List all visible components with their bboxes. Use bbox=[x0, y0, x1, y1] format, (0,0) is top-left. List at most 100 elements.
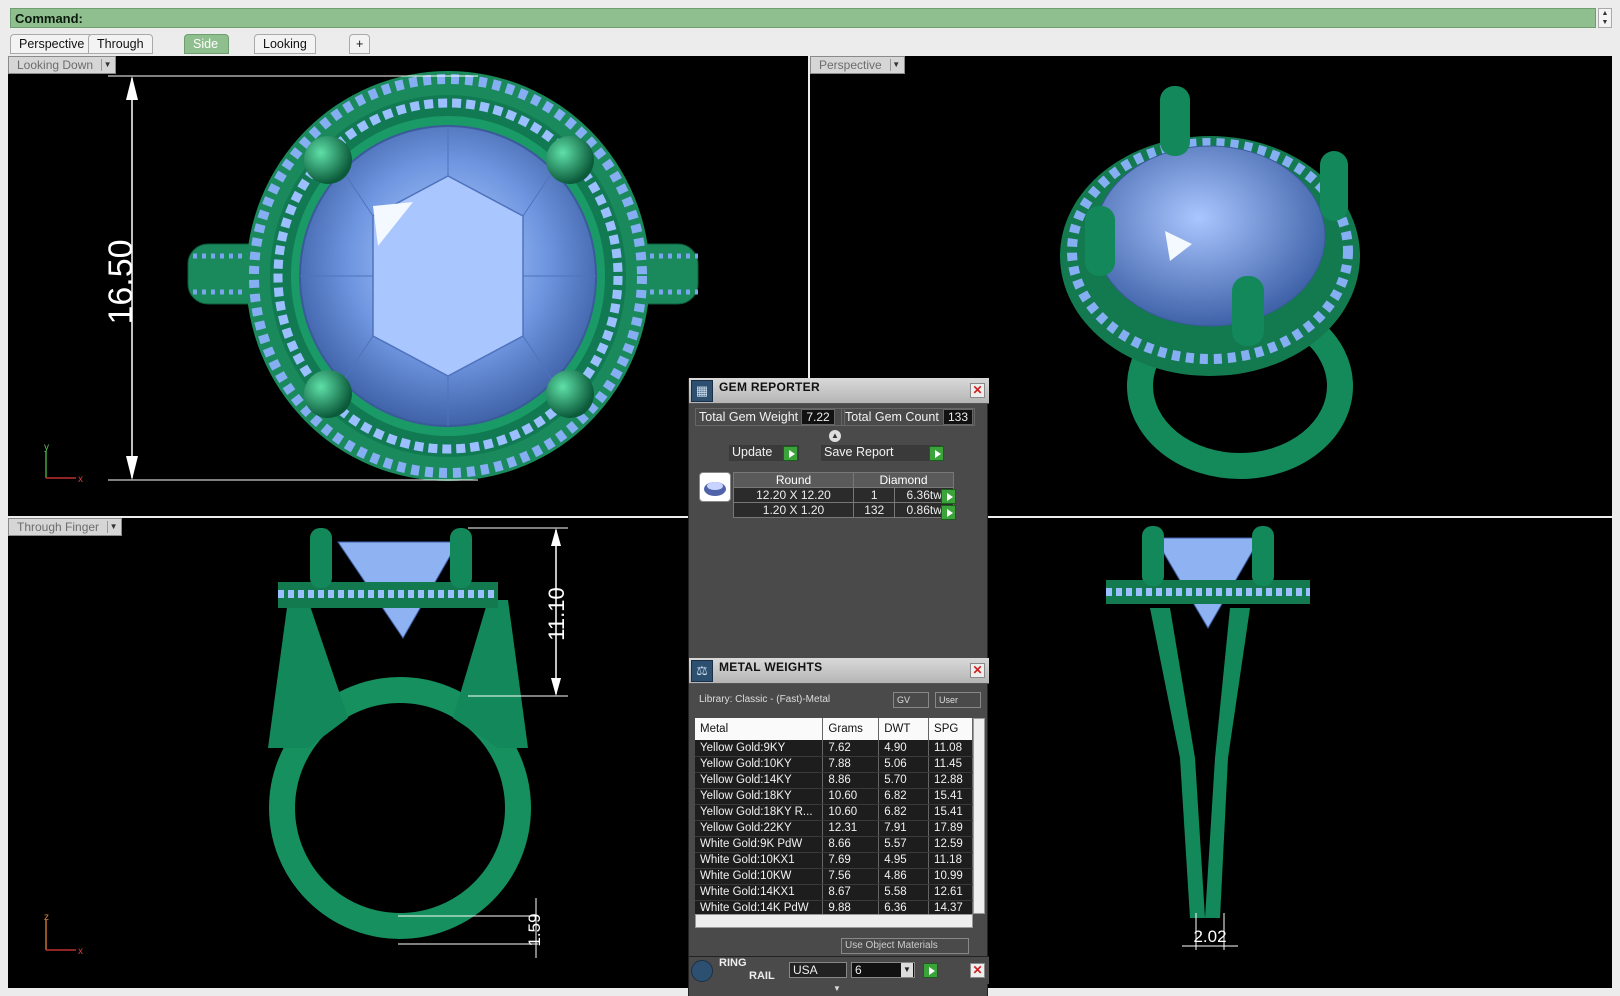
metal-row[interactable]: White Gold:9K PdW 8.66 5.57 12.59 bbox=[695, 836, 973, 853]
metal-library-label: Library: Classic - (Fast)-Metal bbox=[699, 694, 831, 705]
user-toggle[interactable]: User bbox=[935, 692, 981, 708]
metal-spg: 17.89 bbox=[928, 820, 973, 837]
ring-country-select[interactable]: USA bbox=[789, 962, 847, 978]
metal-grams: 8.66 bbox=[822, 836, 880, 853]
metal-name: White Gold:9K PdW bbox=[695, 836, 824, 853]
viewport-label-looking-down[interactable]: Looking Down ▼ bbox=[8, 56, 117, 74]
metal-grams: 7.69 bbox=[822, 852, 880, 869]
gem-reporter-icon: ▦ bbox=[691, 380, 713, 402]
collapse-up-icon[interactable]: ▲ bbox=[829, 430, 841, 442]
tab-through-finger[interactable]: Through Finger bbox=[88, 34, 153, 69]
gem-reporter-title: GEM REPORTER bbox=[719, 380, 820, 394]
gem-row[interactable]: 1.20 X 1.20 132 0.86tw bbox=[733, 502, 954, 518]
ring-icon bbox=[691, 960, 713, 982]
chevron-down-icon[interactable]: ▼ bbox=[901, 963, 913, 977]
gem-col-shape: Round bbox=[733, 472, 854, 488]
viewport-label-through-finger[interactable]: Through Finger ▼ bbox=[8, 518, 123, 536]
metal-dwt: 6.82 bbox=[878, 788, 930, 805]
chevron-down-icon[interactable]: ▼ bbox=[107, 521, 119, 533]
save-report-go-icon[interactable] bbox=[929, 446, 944, 461]
metal-dwt: 5.57 bbox=[878, 836, 930, 853]
gem-shape-thumbnail[interactable] bbox=[699, 472, 731, 502]
side-view-dimension: 2.02 bbox=[1193, 927, 1226, 946]
gem-row-go-icon[interactable] bbox=[941, 489, 956, 504]
metal-row[interactable]: Yellow Gold:9KY 7.62 4.90 11.08 bbox=[695, 740, 973, 757]
save-report-button[interactable]: Save Report bbox=[821, 445, 941, 461]
command-scroll-arrows[interactable]: ▲ ▼ bbox=[1598, 8, 1612, 28]
metal-name: Yellow Gold:22KY bbox=[695, 820, 824, 837]
metal-row[interactable]: White Gold:10KW 7.56 4.86 10.99 bbox=[695, 868, 973, 885]
metal-spg: 11.18 bbox=[928, 852, 973, 869]
tab-perspective[interactable]: Perspective bbox=[10, 34, 94, 54]
metal-spg: 15.41 bbox=[928, 804, 973, 821]
ring-rail-title-2: RAIL bbox=[749, 970, 775, 982]
gv-label: GV bbox=[897, 695, 911, 705]
metal-spg: 12.88 bbox=[928, 772, 973, 789]
tab-side-view[interactable]: Side View bbox=[184, 34, 229, 69]
metal-spg: 12.59 bbox=[928, 836, 973, 853]
metal-grams: 12.31 bbox=[822, 820, 880, 837]
viewport-label-perspective[interactable]: Perspective ▼ bbox=[810, 56, 905, 74]
ring-size-go-icon[interactable] bbox=[923, 963, 938, 978]
metal-row[interactable]: White Gold:14KX1 8.67 5.58 12.61 bbox=[695, 884, 973, 901]
metal-row[interactable]: Yellow Gold:18KY 10.60 6.82 15.41 bbox=[695, 788, 973, 805]
axis-x-label: x bbox=[78, 474, 83, 485]
command-bar[interactable]: Command: bbox=[10, 8, 1596, 28]
tab-looking-down[interactable]: Looking Down bbox=[254, 34, 316, 69]
through-finger-dimension-bottom: 1.59 bbox=[525, 913, 544, 946]
gem-row[interactable]: 12.20 X 12.20 1 6.36tw bbox=[733, 487, 954, 503]
metal-col-grams: Grams bbox=[822, 718, 880, 740]
command-label: Command: bbox=[15, 11, 83, 26]
metal-name: Yellow Gold:9KY bbox=[695, 740, 824, 757]
metal-name: Yellow Gold:14KY bbox=[695, 772, 824, 789]
close-icon[interactable]: ✕ bbox=[970, 963, 985, 978]
close-icon[interactable]: ✕ bbox=[970, 663, 985, 678]
metal-spg: 11.08 bbox=[928, 740, 973, 757]
total-gem-weight-value: 7.22 bbox=[801, 409, 835, 425]
gv-toggle[interactable]: GV bbox=[893, 692, 929, 708]
metal-grams: 8.67 bbox=[822, 884, 880, 901]
metal-grams: 7.56 bbox=[822, 868, 880, 885]
axis-y-label: y bbox=[44, 442, 49, 453]
gem-size: 1.20 X 1.20 bbox=[733, 502, 854, 518]
close-icon[interactable]: ✕ bbox=[970, 383, 985, 398]
add-tab-button[interactable]: + bbox=[349, 34, 371, 54]
metal-spg: 15.41 bbox=[928, 788, 973, 805]
gem-size: 12.20 X 12.20 bbox=[733, 487, 854, 503]
metal-row[interactable]: Yellow Gold:10KY 7.88 5.06 11.45 bbox=[695, 756, 973, 773]
use-object-materials-toggle[interactable]: Use Object Materials bbox=[841, 938, 969, 954]
metal-row[interactable]: Yellow Gold:22KY 12.31 7.91 17.89 bbox=[695, 820, 973, 837]
metal-table-horizontal-scrollbar[interactable] bbox=[695, 914, 973, 928]
metal-weights-title: METAL WEIGHTS bbox=[719, 660, 823, 674]
collapse-down-icon[interactable]: ▼ bbox=[831, 984, 843, 994]
metal-col-metal: Metal bbox=[695, 718, 824, 740]
update-go-icon[interactable] bbox=[783, 446, 798, 461]
metal-dwt: 5.06 bbox=[878, 756, 930, 773]
axis-x-label: x bbox=[78, 946, 83, 957]
viewport-label-text: Looking Down bbox=[17, 58, 94, 72]
metal-weights-header[interactable]: ⚖ METAL WEIGHTS ✕ bbox=[689, 658, 989, 684]
metal-dwt: 7.91 bbox=[878, 820, 930, 837]
metal-dwt: 5.58 bbox=[878, 884, 930, 901]
metal-row[interactable]: Yellow Gold:14KY 8.86 5.70 12.88 bbox=[695, 772, 973, 789]
metal-dwt: 5.70 bbox=[878, 772, 930, 789]
metal-row[interactable]: Yellow Gold:18KY R... 10.60 6.82 15.41 bbox=[695, 804, 973, 821]
metal-name: Yellow Gold:10KY bbox=[695, 756, 824, 773]
use-object-materials-label: Use Object Materials bbox=[845, 940, 938, 951]
gem-reporter-panel: ▦ GEM REPORTER ✕ Total Gem Weight 7.22 T… bbox=[688, 378, 989, 996]
metal-col-spg: SPG bbox=[928, 718, 973, 740]
metal-dwt: 6.82 bbox=[878, 804, 930, 821]
user-label: User bbox=[939, 695, 959, 705]
scale-icon: ⚖ bbox=[691, 660, 713, 682]
metal-spg: 11.45 bbox=[928, 756, 973, 773]
ring-rail-bar: RING RAIL USA 6 ▼ ✕ bbox=[689, 956, 989, 984]
chevron-down-icon[interactable]: ▼ bbox=[889, 59, 902, 71]
metal-table-vertical-scrollbar[interactable] bbox=[973, 718, 985, 914]
chevron-down-icon[interactable]: ▼ bbox=[101, 59, 113, 71]
metal-row[interactable]: White Gold:10KX1 7.69 4.95 11.18 bbox=[695, 852, 973, 869]
through-finger-dimension-top: 11.10 bbox=[544, 587, 569, 640]
metal-table: Metal Grams DWT SPG Yellow Gold:9KY 7.62 4.90… bbox=[695, 718, 973, 917]
gem-row-go-icon[interactable] bbox=[941, 505, 956, 520]
gem-reporter-header[interactable]: ▦ GEM REPORTER ✕ bbox=[689, 378, 989, 404]
metal-grams: 10.60 bbox=[822, 804, 880, 821]
